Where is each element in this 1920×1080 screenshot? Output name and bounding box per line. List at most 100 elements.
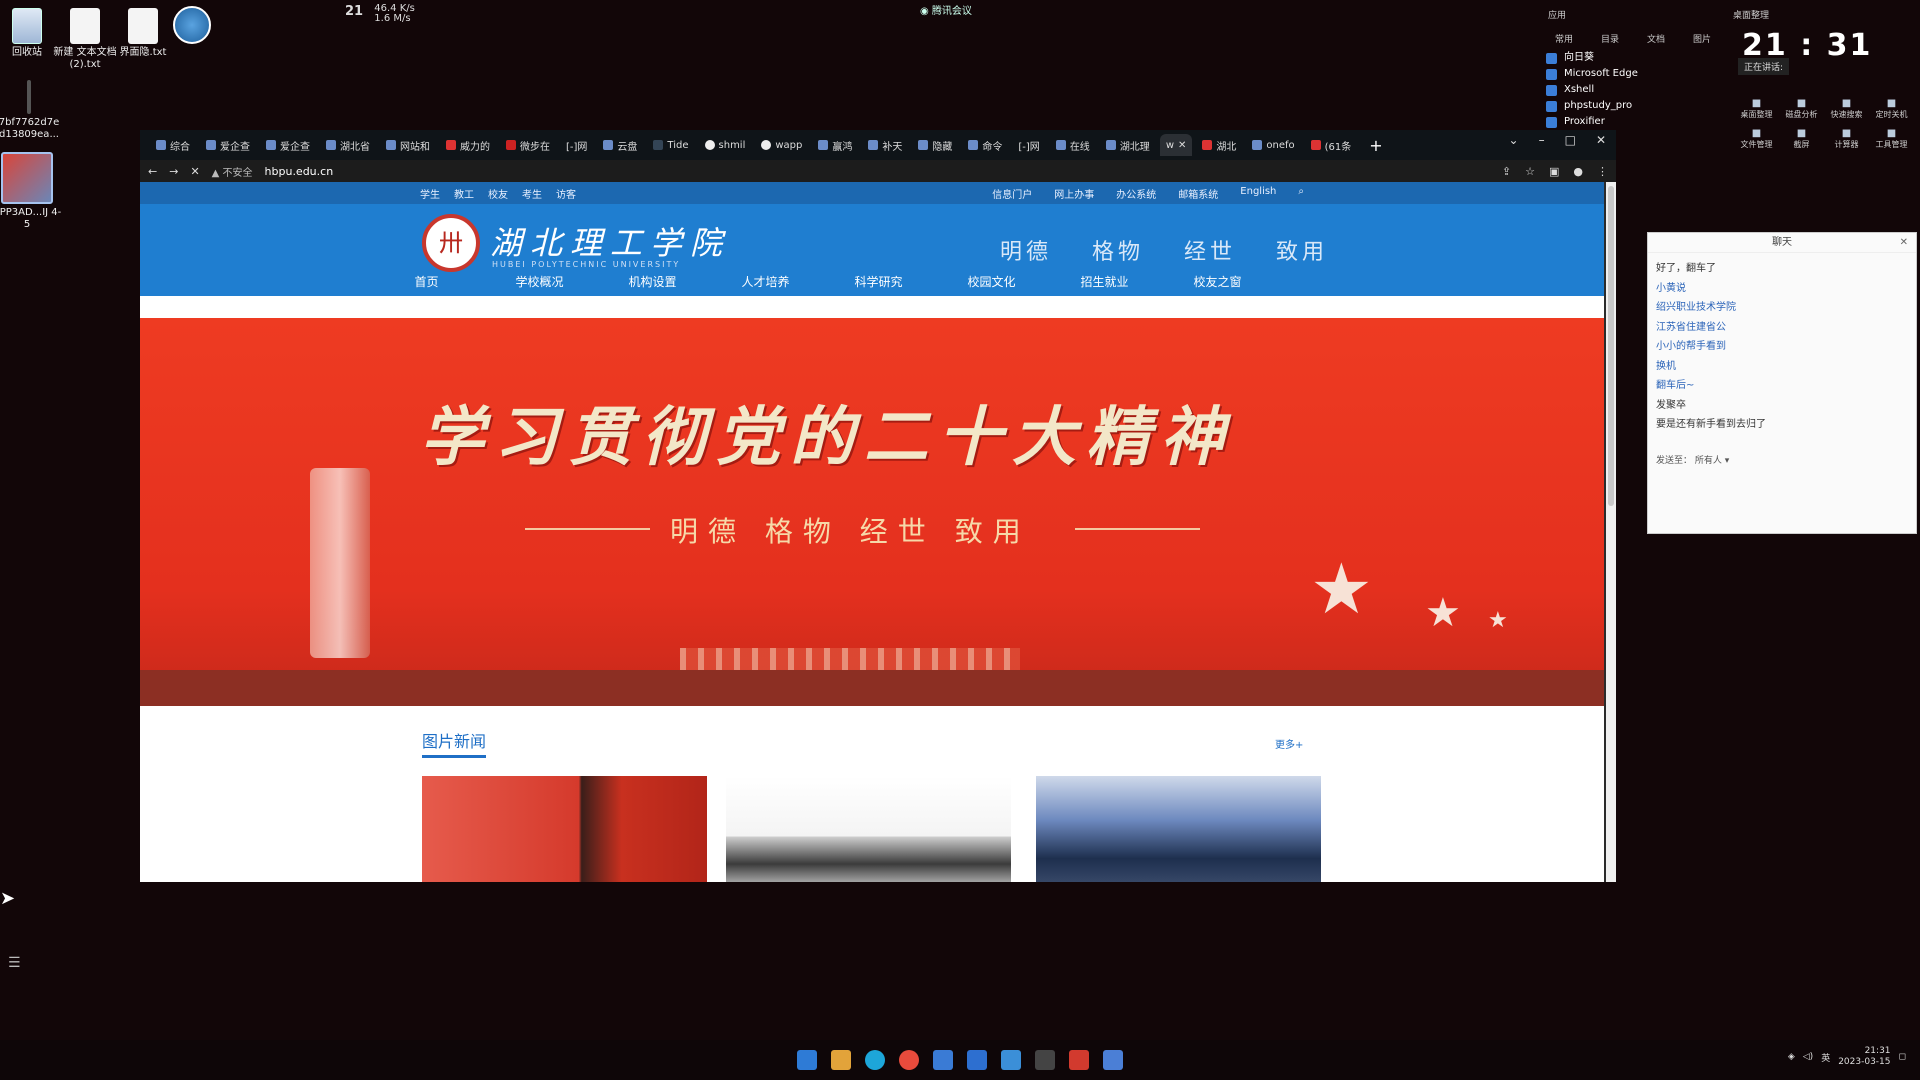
back-icon[interactable]: ←: [148, 165, 157, 178]
nav-overview[interactable]: 学校概况: [483, 273, 596, 290]
browser-tab[interactable]: 爱企查: [260, 134, 316, 156]
browser-tab[interactable]: (61条: [1305, 134, 1358, 156]
app-item-edge[interactable]: Microsoft Edge: [1546, 66, 1638, 82]
tool-disk-analysis[interactable]: 磁盘分析: [1779, 98, 1824, 120]
send-to-select[interactable]: 所有人: [1695, 456, 1722, 466]
close-icon[interactable]: ✕: [1900, 233, 1908, 253]
tool-calculator[interactable]: 计算器: [1824, 128, 1869, 150]
app-item-xshell[interactable]: Xshell: [1546, 82, 1638, 98]
browser-tab[interactable]: 网站和: [380, 134, 436, 156]
school-logo[interactable]: 卅: [422, 214, 480, 272]
browser-tab[interactable]: 综合: [150, 134, 196, 156]
app-icon[interactable]: [933, 1050, 953, 1070]
browser-tab-active[interactable]: w ✕: [1159, 134, 1193, 156]
browser-tab[interactable]: shmil: [699, 134, 752, 156]
tab-documents[interactable]: 文档: [1647, 32, 1665, 45]
search-icon[interactable]: ⌕: [1298, 186, 1304, 201]
browser-tab[interactable]: wapp: [755, 134, 808, 156]
stop-icon[interactable]: ✕: [190, 165, 199, 178]
browser-tab[interactable]: Tide: [647, 134, 694, 156]
tool-manager[interactable]: 工具管理: [1869, 128, 1914, 150]
close-icon[interactable]: ✕: [1178, 140, 1186, 151]
browser-tab[interactable]: 爱企查: [200, 134, 256, 156]
tool-scheduled-shutdown[interactable]: 定时关机: [1869, 98, 1914, 120]
chrome-icon[interactable]: [899, 1050, 919, 1070]
security-indicator[interactable]: ▲ 不安全: [212, 164, 253, 179]
tool-file-manager[interactable]: 文件管理: [1734, 128, 1779, 150]
app-icon[interactable]: [1103, 1050, 1123, 1070]
app-item-sunlogin[interactable]: 向日葵: [1546, 50, 1638, 66]
tab-common[interactable]: 常用: [1555, 32, 1573, 45]
link-portal[interactable]: 信息门户: [992, 186, 1032, 201]
list-icon[interactable]: ☰: [8, 955, 21, 971]
link-visitors[interactable]: 访客: [556, 186, 576, 201]
page-scrollbar[interactable]: [1606, 182, 1616, 882]
maximize-icon[interactable]: □: [1565, 133, 1576, 147]
browser-tab[interactable]: 命令: [962, 134, 1008, 156]
tool-quick-search[interactable]: 快速搜索: [1824, 98, 1869, 120]
link-alumni[interactable]: 校友: [488, 186, 508, 201]
network-icon[interactable]: ◈: [1788, 1052, 1795, 1062]
file-explorer-icon[interactable]: [831, 1050, 851, 1070]
start-icon[interactable]: [797, 1050, 817, 1070]
nav-education[interactable]: 人才培养: [709, 273, 822, 290]
nav-admissions[interactable]: 招生就业: [1048, 273, 1161, 290]
browser-tab[interactable]: onefo: [1246, 134, 1300, 156]
sidebar-icon[interactable]: ▣: [1549, 165, 1559, 178]
close-icon[interactable]: ✕: [1596, 133, 1606, 147]
news-photo[interactable]: [422, 776, 707, 882]
browser-tab[interactable]: 湖北理: [1100, 134, 1156, 156]
send-to-row[interactable]: 发送至： 所有人 ▾: [1656, 453, 1729, 466]
shield-icon[interactable]: [967, 1050, 987, 1070]
nav-departments[interactable]: 机构设置: [596, 273, 709, 290]
more-link[interactable]: 更多+: [1275, 736, 1303, 751]
star-icon[interactable]: ☆: [1525, 165, 1535, 178]
link-office-system[interactable]: 办公系统: [1116, 186, 1156, 201]
nav-campus-culture[interactable]: 校园文化: [935, 273, 1048, 290]
forward-icon[interactable]: →: [169, 165, 178, 178]
browser-tab[interactable]: 赢鸿: [812, 134, 858, 156]
url-field[interactable]: hbpu.edu.cn: [265, 165, 334, 178]
profile-icon[interactable]: ●: [1573, 165, 1583, 178]
taskbar-datetime[interactable]: 21:31 2023-03-15: [1838, 1046, 1890, 1068]
browser-tab[interactable]: 云盘: [597, 134, 643, 156]
tab-images[interactable]: 图片: [1693, 32, 1711, 45]
browser-tab[interactable]: [-]网: [1012, 134, 1045, 156]
app-icon[interactable]: [1069, 1050, 1089, 1070]
link-staff[interactable]: 教工: [454, 186, 474, 201]
app-icon[interactable]: [1001, 1050, 1021, 1070]
notification-icon[interactable]: ◻: [1899, 1052, 1906, 1062]
app-item-phpstudy[interactable]: phpstudy_pro: [1546, 98, 1638, 114]
desktop-icon-image[interactable]: CPP3AD...IJ 4-5: [0, 152, 62, 231]
hero-banner[interactable]: 学习贯彻党的二十大精神 明德 格物 经世 致用 ★ ★ ★: [140, 318, 1604, 706]
input-method-icon[interactable]: 英: [1821, 1051, 1830, 1064]
nav-research[interactable]: 科学研究: [822, 273, 935, 290]
desktop-icon-app[interactable]: [157, 6, 227, 47]
browser-tab[interactable]: 在线: [1050, 134, 1096, 156]
volume-icon[interactable]: ◁): [1803, 1052, 1813, 1062]
browser-tab[interactable]: 湖北: [1196, 134, 1242, 156]
link-mail[interactable]: 邮箱系统: [1178, 186, 1218, 201]
link-students[interactable]: 学生: [420, 186, 440, 201]
browser-tab[interactable]: 微步在: [500, 134, 556, 156]
scrollbar-thumb[interactable]: [1608, 186, 1614, 506]
tab-directory[interactable]: 目录: [1601, 32, 1619, 45]
minimize-icon[interactable]: –: [1539, 133, 1545, 147]
browser-tab[interactable]: 威力的: [440, 134, 496, 156]
browser-tab[interactable]: [-]网: [560, 134, 593, 156]
tool-screenshot[interactable]: 截屏: [1779, 128, 1824, 150]
link-online-services[interactable]: 网上办事: [1054, 186, 1094, 201]
app-item-proxifier[interactable]: Proxifier: [1546, 114, 1638, 130]
chevron-down-icon[interactable]: ⌄: [1509, 133, 1519, 147]
browser-tab[interactable]: 隐藏: [912, 134, 958, 156]
new-tab-button[interactable]: +: [1361, 136, 1390, 155]
link-english[interactable]: English: [1240, 186, 1276, 201]
meeting-indicator[interactable]: ◉ 腾讯会议: [920, 2, 972, 17]
terminal-icon[interactable]: [1035, 1050, 1055, 1070]
news-photo[interactable]: [1036, 776, 1321, 882]
news-photo[interactable]: [726, 776, 1011, 882]
desktop-icon-hash-file[interactable]: 7bf7762d7e d13809ea...: [0, 80, 64, 141]
browser-tab[interactable]: 湖北省: [320, 134, 376, 156]
share-icon[interactable]: ⇪: [1502, 165, 1511, 178]
link-applicants[interactable]: 考生: [522, 186, 542, 201]
